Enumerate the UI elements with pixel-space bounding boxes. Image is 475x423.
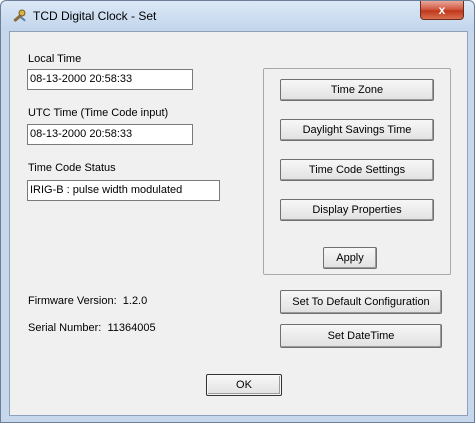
close-button[interactable]: x xyxy=(420,1,464,20)
utc-time-field[interactable]: 08-13-2000 20:58:33 xyxy=(27,124,193,145)
apply-button[interactable]: Apply xyxy=(323,247,377,269)
local-time-label: Local Time xyxy=(28,53,82,65)
daylight-savings-button[interactable]: Daylight Savings Time xyxy=(280,119,434,141)
time-zone-button[interactable]: Time Zone xyxy=(280,79,434,101)
serial-label-text: Serial Number: xyxy=(28,322,102,334)
firmware-version-value: 1.2.0 xyxy=(122,295,148,307)
dialog-client-area: Local Time 08-13-2000 20:58:33 UTC Time … xyxy=(9,31,468,416)
app-tools-icon xyxy=(11,8,28,25)
ok-button[interactable]: OK xyxy=(206,374,282,396)
title-bar[interactable]: TCD Digital Clock - Set x xyxy=(1,1,474,31)
serial-number-value: 11364005 xyxy=(107,322,156,334)
window-title: TCD Digital Clock - Set xyxy=(33,9,157,23)
serial-number-label: Serial Number: 11364005 xyxy=(28,322,156,334)
utc-time-label: UTC Time (Time Code input) xyxy=(28,107,169,119)
time-code-status-label: Time Code Status xyxy=(28,162,116,174)
set-datetime-button[interactable]: Set DateTime xyxy=(280,324,442,348)
close-icon: x xyxy=(438,3,446,17)
firmware-version-label: Firmware Version: 1.2.0 xyxy=(28,295,147,307)
local-time-field[interactable]: 08-13-2000 20:58:33 xyxy=(27,69,193,90)
display-properties-button[interactable]: Display Properties xyxy=(280,199,434,221)
dialog-window: TCD Digital Clock - Set x Local Time 08-… xyxy=(0,0,475,423)
time-code-status-field[interactable]: IRIG-B : pulse width modulated xyxy=(27,180,220,201)
firmware-label-text: Firmware Version: xyxy=(28,295,117,307)
time-code-settings-button[interactable]: Time Code Settings xyxy=(280,159,434,181)
set-default-configuration-button[interactable]: Set To Default Configuration xyxy=(280,290,442,314)
